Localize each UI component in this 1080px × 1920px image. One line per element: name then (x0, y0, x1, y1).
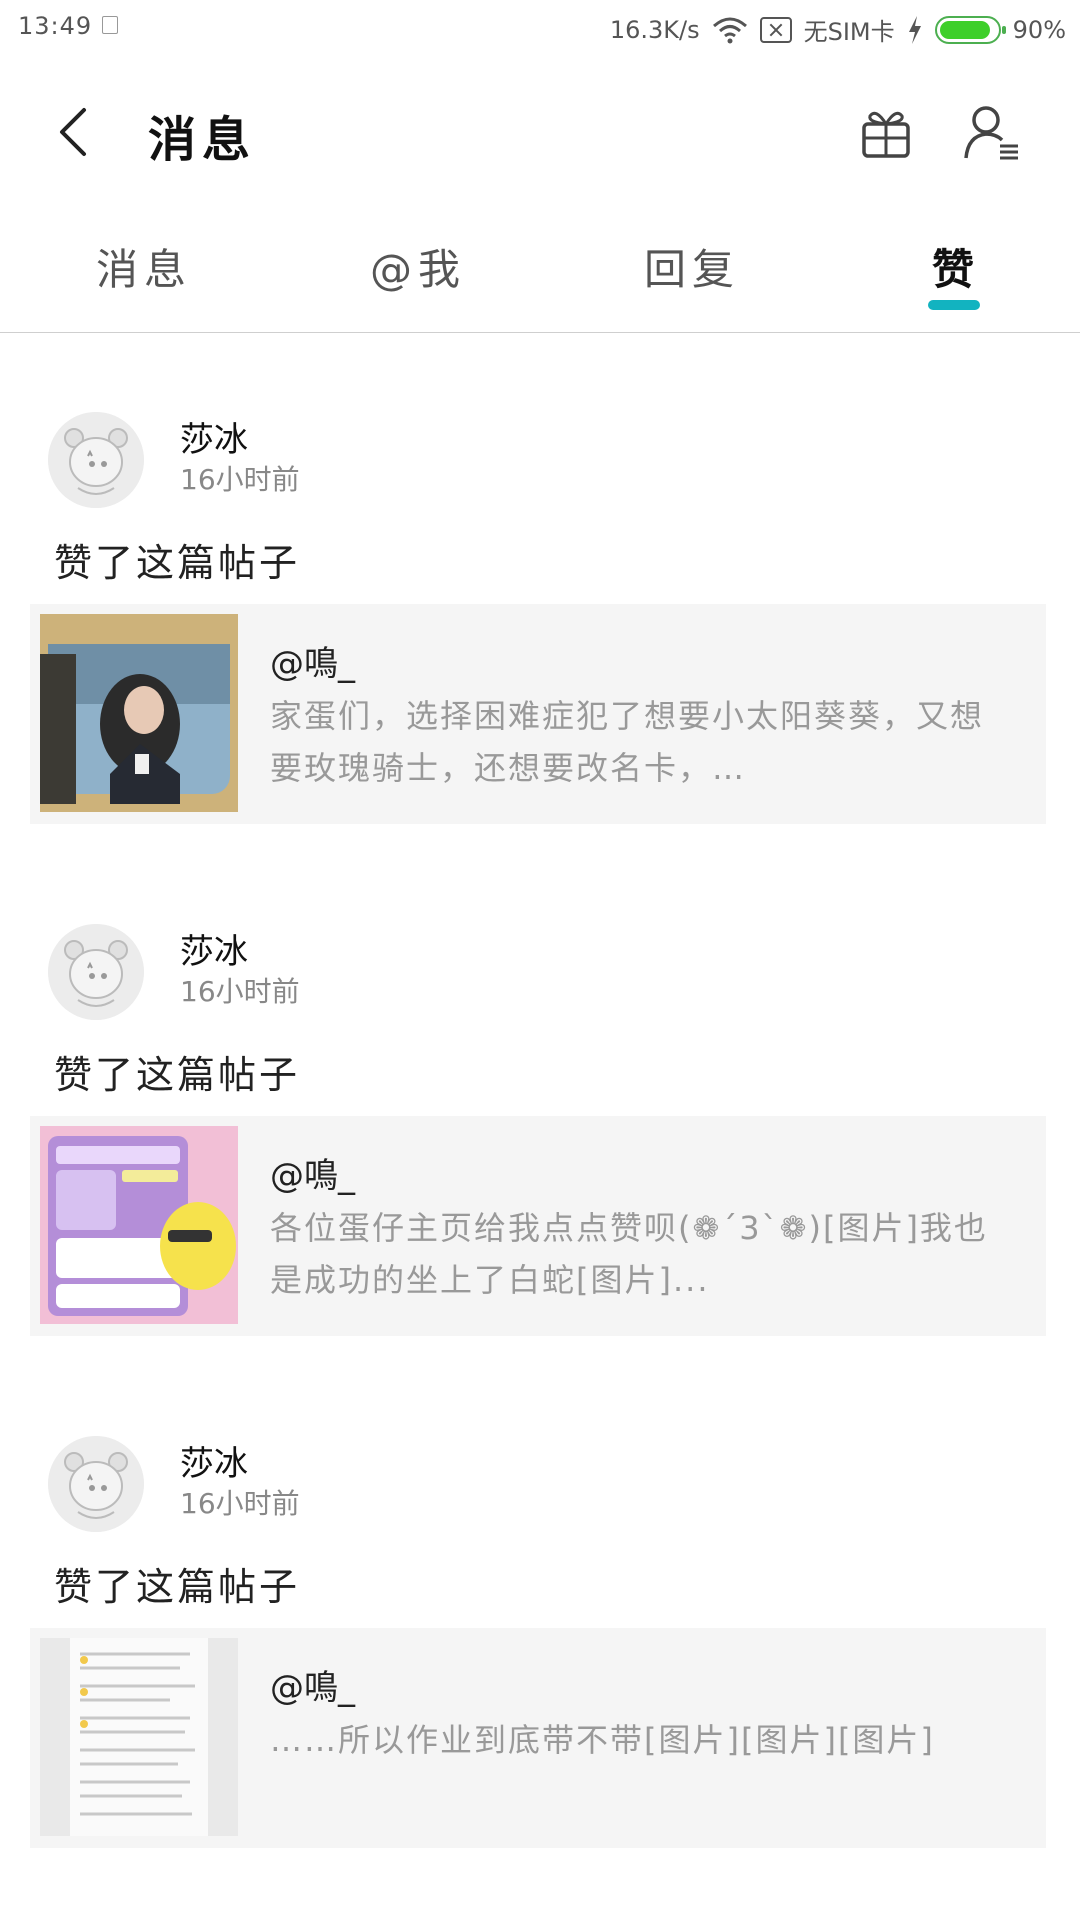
liked-post-preview[interactable]: @鳴_ ……所以作业到底带不带[图片][图片][图片] (30, 1628, 1046, 1848)
avatar-mascot-icon (48, 924, 144, 1020)
post-author: @鳴_ (270, 1668, 355, 1708)
timestamp: 16小时前 (180, 1487, 300, 1520)
tab-bar: 消息 @我 回复 赞 (0, 196, 1080, 333)
timestamp: 16小时前 (180, 463, 300, 496)
tab-messages[interactable]: 消息 (64, 236, 224, 297)
post-excerpt: 家蛋们，选择困难症犯了想要小太阳葵葵，又想要玫瑰骑士，还想要改名卡，… (270, 697, 985, 787)
liked-post-preview[interactable]: @鳴_ 家蛋们，选择困难症犯了想要小太阳葵葵，又想要玫瑰骑士，还想要改名卡，… (30, 604, 1046, 824)
timestamp: 16小时前 (180, 975, 300, 1008)
back-chevron-icon[interactable] (54, 106, 94, 158)
action-text: 赞了这篇帖子 (54, 541, 301, 585)
username[interactable]: 莎冰 (180, 924, 248, 973)
post-excerpt: 各位蛋仔主页给我点点赞呗(❁´3`❁)[图片]我也是成功的坐上了白蛇[图片]..… (270, 1209, 988, 1299)
app-header: 消息 (0, 66, 1080, 196)
avatar[interactable] (48, 412, 144, 508)
user-settings-icon[interactable] (962, 102, 1022, 162)
status-bar: 13:49 16.3K/s 无SIM卡 90% (0, 0, 1080, 54)
wifi-icon (712, 17, 747, 43)
avatar-mascot-icon (48, 1436, 144, 1532)
post-excerpt: ……所以作业到底带不带[图片][图片][图片] (270, 1721, 935, 1759)
post-thumbnail (40, 614, 238, 812)
avatar[interactable] (48, 924, 144, 1020)
notification-icon (102, 16, 118, 34)
active-tab-indicator (928, 300, 980, 310)
action-text: 赞了这篇帖子 (54, 1053, 301, 1097)
tab-replies[interactable]: 回复 (612, 236, 772, 297)
battery-fill (939, 20, 991, 39)
liked-post-preview[interactable]: @鳴_ 各位蛋仔主页给我点点赞呗(❁´3`❁)[图片]我也是成功的坐上了白蛇[图… (30, 1116, 1046, 1336)
post-thumbnail (40, 1126, 238, 1324)
post-thumbnail (40, 1638, 238, 1836)
status-right-group: 16.3K/s 无SIM卡 90% (610, 12, 1066, 47)
like-notification-card[interactable]: 莎冰 16小时前 赞了这篇帖子 @鳴_ ……所以作业到底带不带[图片][图片][… (0, 1356, 1080, 1848)
battery-percent: 90% (1012, 15, 1066, 44)
battery-icon (934, 15, 1006, 44)
gift-icon[interactable] (858, 104, 914, 160)
avatar-mascot-icon (48, 412, 144, 508)
status-time: 13:49 (18, 12, 93, 40)
like-notification-card[interactable]: 莎冰 16小时前 赞了这篇帖子 @鳴_ 家蛋们，选择困难症犯了想要小太阳葵葵，又… (0, 332, 1080, 824)
network-speed: 16.3K/s (609, 15, 700, 44)
sim-status: 无SIM卡 (803, 18, 895, 46)
post-author: @鳴_ (270, 644, 355, 684)
action-text: 赞了这篇帖子 (54, 1565, 301, 1609)
no-sim-icon (759, 16, 792, 43)
page-title: 消息 (148, 112, 257, 168)
username[interactable]: 莎冰 (180, 412, 248, 461)
charging-bolt-icon (908, 15, 921, 44)
username[interactable]: 莎冰 (180, 1436, 248, 1485)
tab-mentions[interactable]: @我 (338, 236, 498, 297)
tab-likes[interactable]: 赞 (876, 236, 1036, 297)
post-author: @鳴_ (270, 1156, 355, 1196)
like-notification-card[interactable]: 莎冰 16小时前 赞了这篇帖子 @鳴_ 各位蛋仔主页给我点点赞呗(❁´3`❁)[… (0, 844, 1080, 1336)
avatar[interactable] (48, 1436, 144, 1532)
